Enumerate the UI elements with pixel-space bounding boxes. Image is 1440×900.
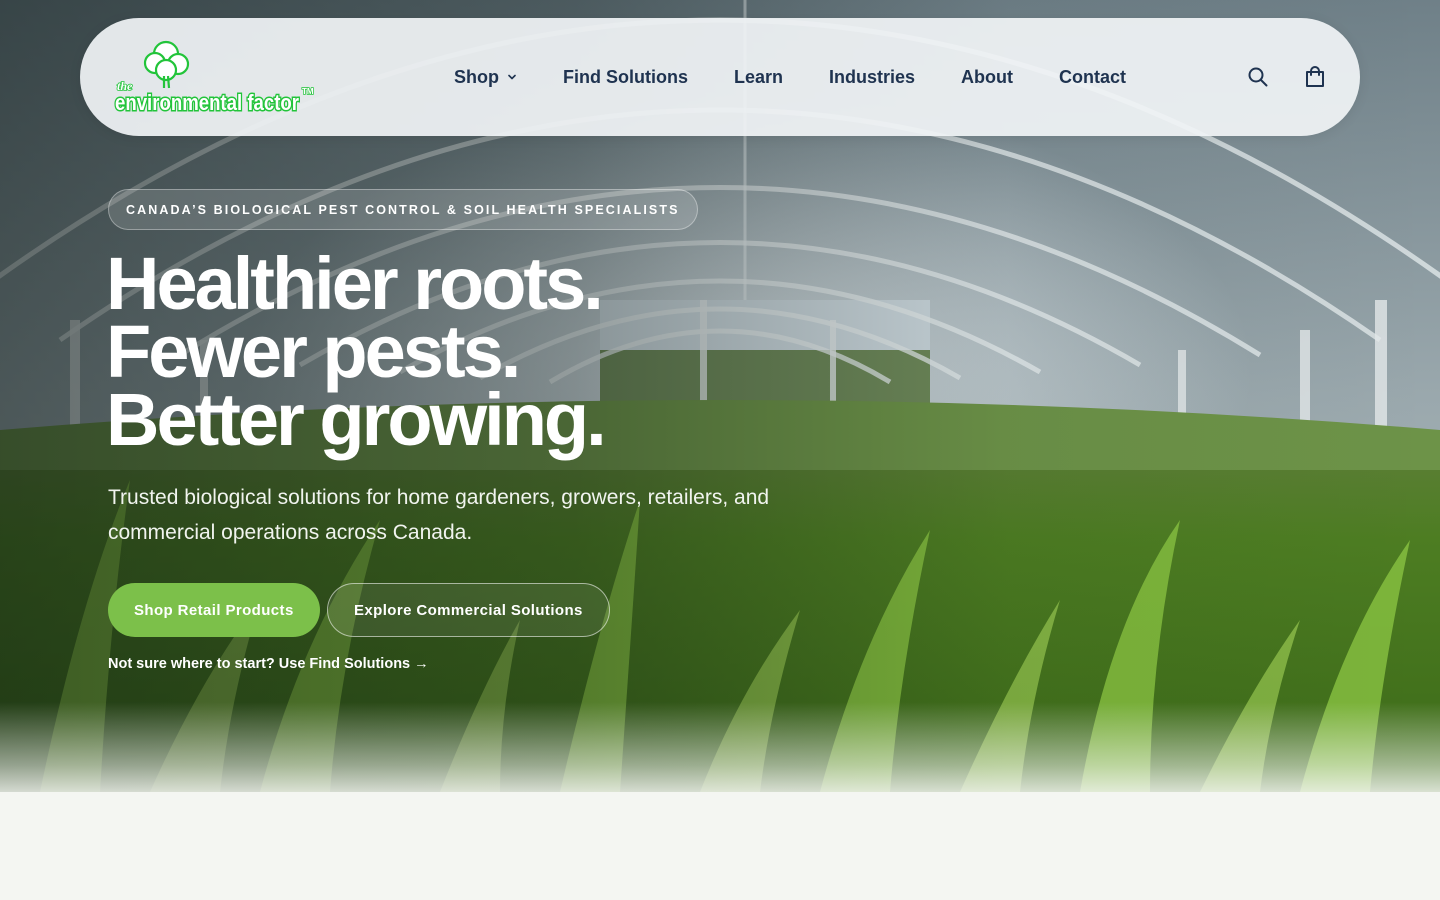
nav-item-find-solutions[interactable]: Find Solutions (563, 67, 688, 88)
headline-line: Healthier roots. (106, 242, 604, 325)
nav-item-learn[interactable]: Learn (734, 67, 783, 88)
svg-text:environmental factor: environmental factor (115, 90, 299, 115)
search-icon (1248, 67, 1268, 87)
shop-retail-products-button[interactable]: Shop Retail Products (108, 583, 320, 637)
hero-eyebrow-badge: CANADA’S BIOLOGICAL PEST CONTROL & SOIL … (108, 189, 698, 230)
nav-item-shop[interactable]: Shop (454, 67, 517, 88)
nav-item-about[interactable]: About (961, 67, 1013, 88)
search-button[interactable] (1245, 64, 1271, 90)
environmental-factor-logo[interactable]: the environmental factor TM (114, 36, 318, 118)
nav-item-label: Find Solutions (563, 66, 688, 87)
cart-button[interactable] (1302, 64, 1328, 90)
headline-line: Better growing. (106, 378, 607, 461)
headline-line: Fewer pests. (106, 310, 521, 393)
chevron-down-icon (508, 74, 516, 80)
nav-item-industries[interactable]: Industries (829, 67, 915, 88)
hero-bottom-fade (0, 702, 1440, 792)
nav-item-contact[interactable]: Contact (1059, 67, 1126, 88)
site-header: the environmental factor TM Shop Find So… (80, 18, 1360, 136)
hero-subheading: Trusted biological solutions for home ga… (108, 486, 770, 544)
hero-headline: Healthier roots. Fewer pests. Better gro… (106, 242, 607, 461)
svg-text:TM: TM (302, 87, 314, 96)
nav-item-label: Shop (454, 66, 499, 87)
nav-item-label: About (961, 66, 1014, 87)
find-solutions-link[interactable]: Not sure where to start? Use Find Soluti… (108, 656, 429, 672)
nav-item-label: Industries (829, 66, 916, 87)
shopping-bag-icon (1306, 66, 1324, 87)
nav-item-label: Learn (733, 66, 784, 87)
nav-item-label: Contact (1059, 66, 1127, 87)
explore-commercial-solutions-button[interactable]: Explore Commercial Solutions (327, 583, 610, 637)
header-actions (1245, 18, 1328, 136)
logo-tree-icon: the environmental factor TM (114, 40, 315, 117)
main-navigation: Shop Find Solutions Learn Industries Abo… (454, 18, 1126, 136)
